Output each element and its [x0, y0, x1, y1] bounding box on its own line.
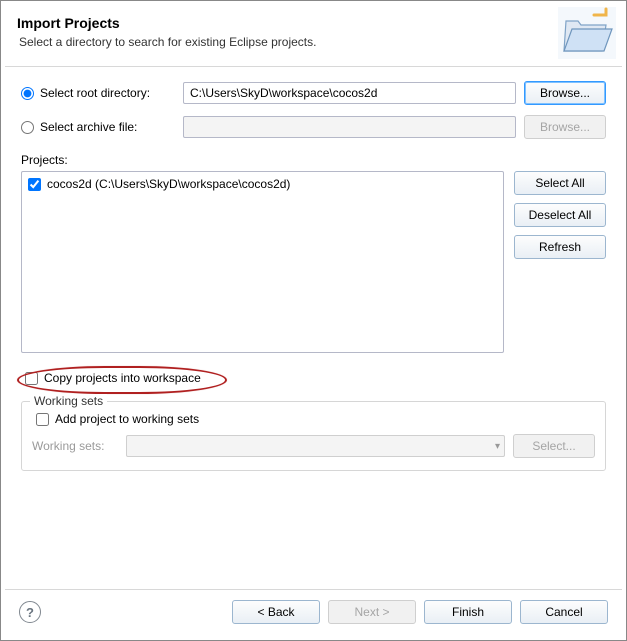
- folder-import-icon: [558, 7, 616, 62]
- archive-file-radio-label[interactable]: Select archive file:: [21, 120, 175, 134]
- archive-file-radio[interactable]: [21, 121, 34, 134]
- select-working-sets-button: Select...: [513, 434, 595, 458]
- page-title: Import Projects: [17, 15, 610, 31]
- archive-file-input: [183, 116, 516, 138]
- copy-projects-text: Copy projects into workspace: [44, 371, 201, 385]
- project-item-label: cocos2d (C:\Users\SkyD\workspace\cocos2d…: [47, 177, 290, 191]
- browse-root-button[interactable]: Browse...: [524, 81, 606, 105]
- root-directory-row: Select root directory: Browse...: [21, 81, 606, 105]
- copy-projects-checkbox-label[interactable]: Copy projects into workspace: [21, 371, 606, 385]
- dialog-header: Import Projects Select a directory to se…: [5, 5, 622, 67]
- back-button[interactable]: < Back: [232, 600, 320, 624]
- working-sets-combo: ▾: [126, 435, 505, 457]
- working-sets-combo-label: Working sets:: [32, 439, 118, 453]
- add-to-working-sets-text: Add project to working sets: [55, 412, 199, 426]
- add-to-working-sets-checkbox[interactable]: [36, 413, 49, 426]
- working-sets-group: Working sets Add project to working sets…: [21, 401, 606, 471]
- project-checkbox[interactable]: [28, 178, 41, 191]
- refresh-button[interactable]: Refresh: [514, 235, 606, 259]
- browse-archive-button: Browse...: [524, 115, 606, 139]
- projects-label: Projects:: [21, 153, 606, 167]
- add-to-working-sets-label[interactable]: Add project to working sets: [32, 412, 199, 426]
- root-directory-radio-label[interactable]: Select root directory:: [21, 86, 175, 100]
- cancel-button[interactable]: Cancel: [520, 600, 608, 624]
- root-directory-input[interactable]: [183, 82, 516, 104]
- next-button: Next >: [328, 600, 416, 624]
- import-projects-dialog: Import Projects Select a directory to se…: [5, 5, 622, 636]
- page-subtitle: Select a directory to search for existin…: [17, 35, 610, 49]
- copy-projects-row: Copy projects into workspace: [21, 371, 606, 395]
- chevron-down-icon: ▾: [495, 441, 500, 452]
- projects-side-buttons: Select All Deselect All Refresh: [514, 171, 606, 259]
- working-sets-group-title: Working sets: [30, 394, 107, 408]
- copy-projects-checkbox[interactable]: [25, 372, 38, 385]
- root-directory-radio[interactable]: [21, 87, 34, 100]
- dialog-footer: ? < Back Next > Finish Cancel: [5, 589, 622, 636]
- select-all-button[interactable]: Select All: [514, 171, 606, 195]
- list-item[interactable]: cocos2d (C:\Users\SkyD\workspace\cocos2d…: [28, 176, 497, 192]
- help-icon[interactable]: ?: [19, 601, 41, 623]
- dialog-content: Select root directory: Browse... Select …: [5, 67, 622, 589]
- root-directory-radio-text: Select root directory:: [40, 86, 150, 100]
- deselect-all-button[interactable]: Deselect All: [514, 203, 606, 227]
- archive-file-row: Select archive file: Browse...: [21, 115, 606, 139]
- archive-file-radio-text: Select archive file:: [40, 120, 137, 134]
- projects-list[interactable]: cocos2d (C:\Users\SkyD\workspace\cocos2d…: [21, 171, 504, 353]
- finish-button[interactable]: Finish: [424, 600, 512, 624]
- projects-row: cocos2d (C:\Users\SkyD\workspace\cocos2d…: [21, 171, 606, 353]
